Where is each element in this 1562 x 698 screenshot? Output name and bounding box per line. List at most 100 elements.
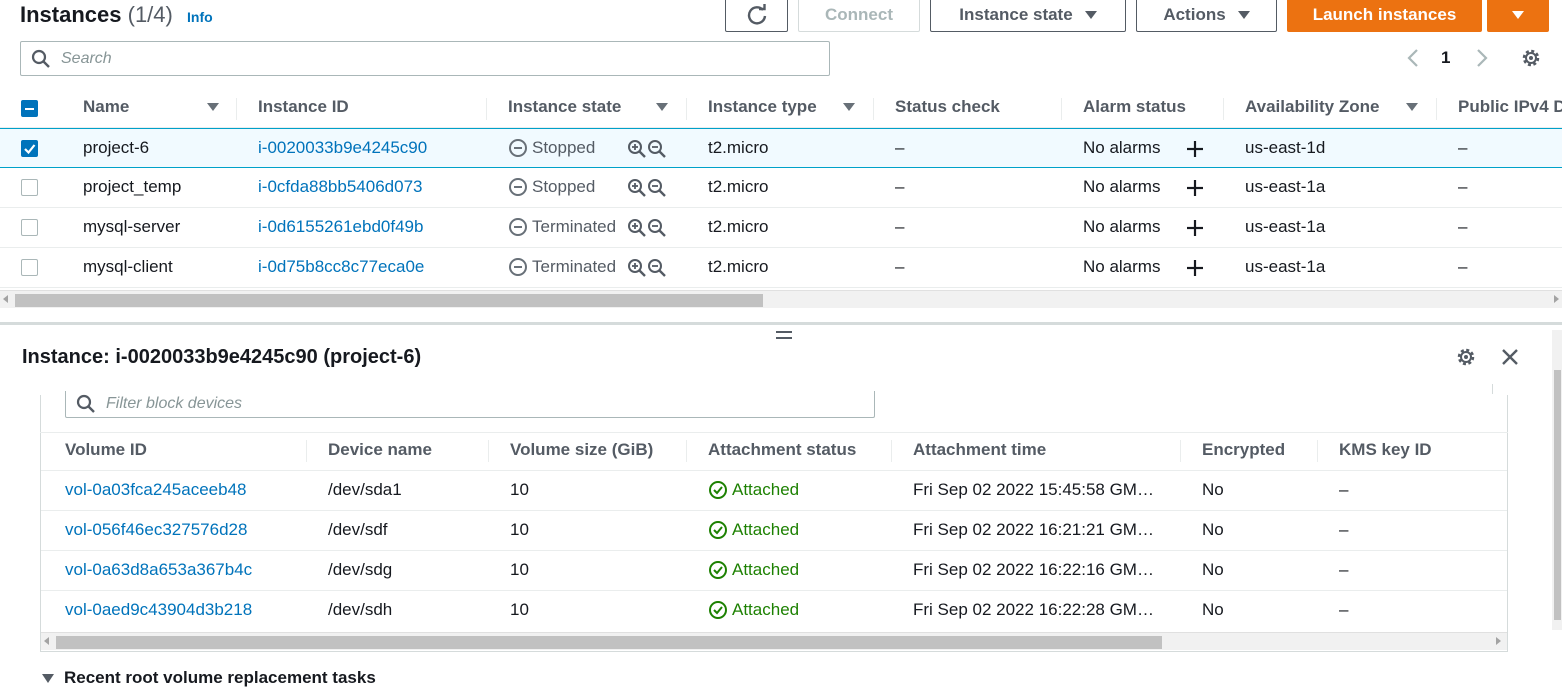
recent-tasks-label: Recent root volume replacement tasks [64, 668, 376, 687]
cell-status-check: – [895, 257, 905, 276]
recent-root-volume-tasks-toggle[interactable]: Recent root volume replacement tasks [42, 668, 376, 688]
table-row[interactable]: vol-0aed9c43904d3b218/dev/sdh 10 Fri Sep 0… [41, 590, 1507, 630]
caret-down-icon[interactable] [207, 103, 219, 111]
split-divider[interactable] [0, 322, 1562, 325]
column-header-volume-id[interactable]: Volume ID [65, 440, 147, 460]
column-header-encrypted[interactable]: Encrypted [1202, 440, 1285, 460]
horizontal-scrollbar[interactable] [0, 290, 1562, 308]
column-header-attachment-time[interactable]: Attachment time [913, 440, 1046, 460]
refresh-icon [747, 4, 766, 25]
cell-public-ipv4: – [1458, 257, 1468, 276]
cell-name: mysql-server [83, 217, 181, 236]
column-header-instance-type[interactable]: Instance type [708, 97, 817, 117]
zoom-out-icon[interactable] [647, 139, 667, 159]
cell-device-name: /dev/sdh [328, 600, 393, 619]
row-checkbox[interactable] [21, 259, 38, 276]
plus-icon[interactable] [1185, 139, 1205, 159]
vertical-scrollbar[interactable] [1552, 330, 1562, 630]
column-header-instance-state[interactable]: Instance state [508, 97, 621, 117]
check-circle-icon [709, 481, 727, 499]
row-checkbox[interactable] [21, 140, 38, 157]
drag-handle-icon[interactable] [776, 331, 792, 343]
zoom-in-icon[interactable] [627, 178, 647, 198]
caret-down-icon[interactable] [656, 103, 668, 111]
check-circle-icon [709, 601, 727, 619]
info-link[interactable]: Info [187, 9, 213, 25]
gear-icon[interactable] [1455, 346, 1477, 368]
cell-attachment-status: Attached [708, 480, 799, 500]
scrollbar-thumb[interactable] [15, 294, 763, 307]
cell-instance-type: t2.micro [708, 257, 769, 276]
cell-volume-id[interactable]: vol-0a03fca245aceeb48 [65, 480, 246, 500]
cell-alarm-status: No alarms [1083, 138, 1161, 157]
page-number[interactable]: 1 [1441, 48, 1450, 68]
cell-volume-id[interactable]: vol-0aed9c43904d3b218 [65, 600, 252, 620]
table-row[interactable]: vol-056f46ec327576d28/dev/sdf 10 Fri Sep 0… [41, 510, 1507, 550]
row-checkbox[interactable] [21, 179, 38, 196]
status-label: Attached [732, 560, 800, 579]
zoom-in-icon[interactable] [627, 218, 647, 238]
table-row[interactable]: mysql-client i-0d75b8cc8c77eca0e t2.micro –… [0, 248, 1562, 288]
cell-instance-id[interactable]: i-0d6155261ebd0f49b [258, 217, 423, 237]
plus-icon[interactable] [1185, 178, 1205, 198]
column-header-public-ipv4[interactable]: Public IPv4 D [1458, 97, 1562, 117]
launch-instances-button[interactable]: Launch instances [1287, 0, 1482, 32]
cell-device-name: /dev/sdg [328, 560, 393, 579]
column-header-kms-key-id[interactable]: KMS key ID [1339, 440, 1432, 460]
close-icon[interactable] [1500, 347, 1520, 367]
caret-down-icon[interactable] [843, 103, 855, 111]
filter-block-devices-input[interactable]: Filter block devices [65, 391, 875, 418]
scrollbar-thumb[interactable] [56, 636, 1162, 649]
refresh-button[interactable] [725, 0, 788, 32]
plus-icon[interactable] [1185, 258, 1205, 278]
row-checkbox[interactable] [21, 219, 38, 236]
panel-title: Instance: i-0020033b9e4245c90 (project-6… [22, 346, 422, 368]
column-header-attachment-status[interactable]: Attachment status [708, 440, 856, 460]
zoom-out-icon[interactable] [647, 218, 667, 238]
actions-button[interactable]: Actions [1136, 0, 1277, 32]
column-header-device-name[interactable]: Device name [328, 440, 432, 460]
stopped-icon [509, 139, 527, 157]
instance-state-button[interactable]: Instance state [930, 0, 1126, 32]
table-row[interactable]: project-6 i-0020033b9e4245c90 t2.micro – No … [0, 128, 1562, 168]
launch-options-button[interactable] [1487, 0, 1549, 32]
caret-down-icon[interactable] [1406, 103, 1418, 111]
cell-instance-id[interactable]: i-0020033b9e4245c90 [258, 138, 427, 158]
instance-count: (1/4) [127, 2, 173, 27]
cell-instance-id[interactable]: i-0d75b8cc8c77eca0e [258, 257, 424, 277]
column-header-volume-size[interactable]: Volume size (GiB) [510, 440, 653, 460]
cell-kms-key-id: – [1339, 600, 1349, 619]
column-header-status-check[interactable]: Status check [895, 97, 1000, 117]
zoom-controls [627, 218, 667, 238]
column-header-availability-zone[interactable]: Availability Zone [1245, 97, 1379, 117]
cell-volume-id[interactable]: vol-0a63d8a653a367b4c [65, 560, 252, 580]
cell-instance-id[interactable]: i-0cfda88bb5406d073 [258, 177, 422, 197]
column-header-alarm-status[interactable]: Alarm status [1083, 97, 1186, 117]
table-row[interactable]: mysql-server i-0d6155261ebd0f49b t2.micro –… [0, 208, 1562, 248]
search-input[interactable]: Search [20, 41, 830, 76]
cell-name: project_temp [83, 177, 182, 196]
table-row[interactable]: project_temp i-0cfda88bb5406d073 t2.micro –… [0, 168, 1562, 208]
connect-button[interactable]: Connect [798, 0, 920, 32]
cell-instance-state: Terminated [508, 257, 616, 277]
cell-attachment-time: Fri Sep 02 2022 15:45:58 GM… [913, 480, 1154, 499]
check-circle-icon [709, 561, 727, 579]
zoom-in-icon[interactable] [627, 139, 647, 159]
zoom-out-icon[interactable] [647, 178, 667, 198]
state-label: Terminated [532, 217, 617, 236]
zoom-out-icon[interactable] [647, 258, 667, 278]
table-row[interactable]: vol-0a63d8a653a367b4c/dev/sdg 10 Fri Sep 0… [41, 550, 1507, 590]
cell-volume-id[interactable]: vol-056f46ec327576d28 [65, 520, 247, 540]
cell-instance-state: Stopped [508, 138, 595, 158]
select-all-checkbox[interactable] [21, 100, 38, 117]
column-header-instance-id[interactable]: Instance ID [258, 97, 349, 117]
plus-icon[interactable] [1185, 218, 1205, 238]
zoom-in-icon[interactable] [627, 258, 647, 278]
gear-icon[interactable] [1520, 47, 1542, 69]
chevron-right-icon[interactable] [1474, 48, 1490, 68]
chevron-left-icon[interactable] [1405, 48, 1421, 68]
column-header-name[interactable]: Name [83, 97, 129, 117]
scrollbar-thumb[interactable] [1554, 370, 1561, 620]
block-devices-horizontal-scrollbar[interactable] [41, 632, 1507, 650]
table-row[interactable]: vol-0a03fca245aceeb48/dev/sda1 10 Fri Sep … [41, 470, 1507, 510]
